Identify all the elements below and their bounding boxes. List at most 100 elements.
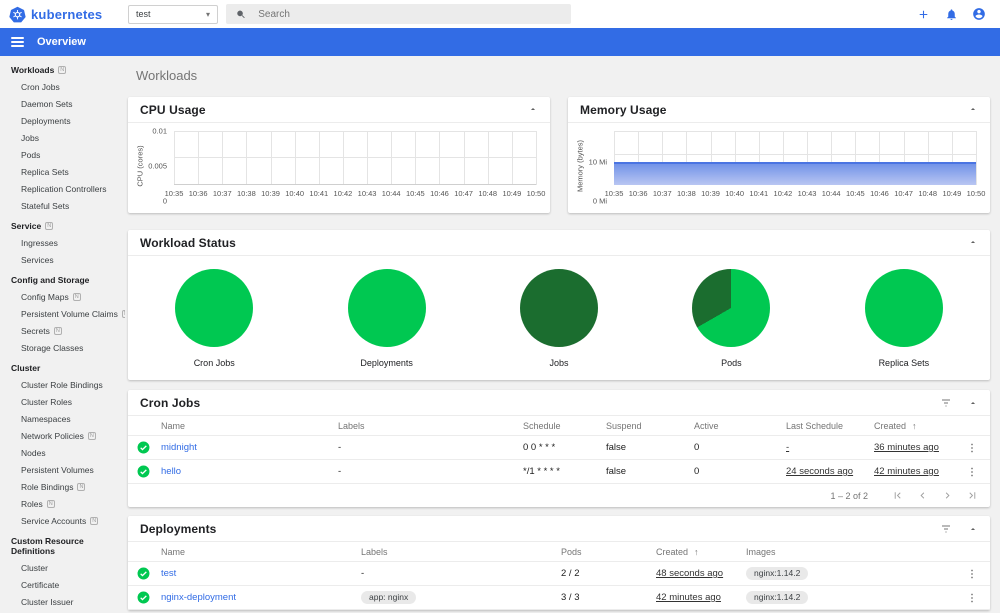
pagination-last-page-button[interactable] [967, 490, 978, 501]
sidebar-item-cluster-roles[interactable]: Cluster Roles [0, 393, 125, 410]
sidebar-item-cluster-role-bindings[interactable]: Cluster Role Bindings [0, 376, 125, 393]
sidebar-item-cluster-issuer[interactable]: Cluster Issuer [0, 593, 125, 610]
column-header-labels[interactable]: Labels [361, 547, 561, 557]
sidebar-item-services[interactable]: Services [0, 251, 125, 268]
sidebar-item-stateful-sets[interactable]: Stateful Sets [0, 197, 125, 214]
cron-job-labels: - [338, 466, 342, 477]
column-header-label: Name [161, 546, 186, 557]
column-header-created[interactable]: Created ↑ [874, 421, 960, 431]
sidebar-item-network-policies[interactable]: Network Policies N [0, 427, 125, 444]
pagination-prev-page-button[interactable] [917, 490, 928, 501]
page-toolbar-title: Overview [37, 36, 86, 48]
collapse-memory-card-button[interactable] [968, 101, 978, 119]
gridline-vertical [222, 131, 224, 185]
filter-deployments-button[interactable] [940, 523, 952, 535]
sidebar-item-roles[interactable]: Roles N [0, 495, 125, 512]
sidebar-item-persistent-volume-claims[interactable]: Persistent Volume ClaimsN [0, 305, 125, 322]
sidebar-item-daemon-sets[interactable]: Daemon Sets [0, 95, 125, 112]
column-header-images[interactable]: Images [746, 547, 960, 557]
x-tick-label: 10:43 [797, 189, 817, 198]
x-tick-label: 10:36 [188, 189, 208, 198]
column-header-created[interactable]: Created ↑ [656, 547, 746, 557]
chevron-up-icon [970, 107, 976, 110]
sidebar-item-label: Cluster [21, 562, 48, 573]
deployment-name-link[interactable]: nginx-deployment [161, 592, 236, 603]
sidebar-item-ingresses[interactable]: Ingresses [0, 234, 125, 251]
gridline-horizontal [174, 157, 536, 158]
cron-job-schedule: 0 0 * * * [523, 442, 556, 453]
y-tick-label: 0.005 [148, 161, 167, 171]
collapse-cron-jobs-button[interactable] [968, 398, 978, 408]
sidebar-item-label: Replica Sets [21, 166, 69, 177]
sidebar-section-config-and-storage[interactable]: Config and Storage [0, 268, 125, 288]
workload-status-item-jobs: Jobs [473, 269, 645, 368]
sidebar-item-persistent-volumes[interactable]: Persistent Volumes [0, 461, 125, 478]
pie-chart-deployments [347, 269, 426, 347]
pagination-first-page-button[interactable] [892, 490, 903, 501]
sidebar-item-storage-classes[interactable]: Storage Classes [0, 339, 125, 356]
cron-jobs-table-header: Name Labels Schedule Suspend Active Last Sche… [128, 416, 990, 436]
account-button[interactable] [972, 7, 986, 21]
bell-icon [946, 8, 956, 20]
sidebar-item-replication-controllers[interactable]: Replication Controllers [0, 180, 125, 197]
column-header-active[interactable]: Active [694, 421, 786, 431]
row-actions-button[interactable] [960, 466, 990, 478]
cron-job-name-link[interactable]: hello [161, 466, 181, 477]
memory-chart: 0 Mi 10 Mi Memory (bytes) 10:35 10:36 10:37 10… [568, 123, 990, 206]
column-header-labels[interactable]: Labels [338, 421, 523, 431]
sidebar-item-cron-jobs[interactable]: Cron Jobs [0, 78, 125, 95]
sidebar-item-namespaces[interactable]: Namespaces [0, 410, 125, 427]
sidebar-item-certificate[interactable]: Certificate [0, 576, 125, 593]
chevron-up-icon [970, 240, 976, 243]
sidebar-section-cluster[interactable]: Cluster [0, 356, 125, 376]
column-header-schedule[interactable]: Schedule [523, 421, 606, 431]
row-actions-button[interactable] [960, 568, 990, 580]
x-tick-label: 10:35 [604, 189, 624, 198]
search-input[interactable] [258, 8, 561, 20]
sidebar-item-deployments[interactable]: Deployments [0, 112, 125, 129]
cron-job-name-link[interactable]: midnight [161, 442, 197, 453]
deployment-name-link[interactable]: test [161, 568, 176, 579]
chart-grid [614, 131, 977, 185]
sidebar-nav: Workloads N Cron Jobs Daemon Sets Deployment… [0, 56, 125, 613]
sidebar-item-label: Ingresses [21, 237, 58, 248]
column-header-label: Name [161, 420, 186, 431]
sidebar-item-role-bindings[interactable]: Role Bindings N [0, 478, 125, 495]
column-header-name[interactable]: Name [161, 421, 338, 431]
collapse-deployments-button[interactable] [968, 524, 978, 534]
column-header-pods[interactable]: Pods [561, 547, 656, 557]
filter-cron-jobs-button[interactable] [940, 397, 952, 409]
create-resource-button[interactable] [916, 7, 930, 21]
kubernetes-brand[interactable]: kubernetes [0, 6, 120, 23]
table-row: test - 2 / 2 48 seconds ago nginx:1.14.2 [128, 562, 990, 586]
collapse-status-card-button[interactable] [968, 234, 978, 252]
namespace-selector[interactable]: test ▾ [128, 4, 218, 24]
column-header-suspend[interactable]: Suspend [606, 421, 694, 431]
column-header-name[interactable]: Name [161, 547, 361, 557]
menu-icon[interactable] [11, 36, 24, 48]
search-bar[interactable] [226, 4, 571, 24]
x-tick-label: 10:45 [845, 189, 865, 198]
sidebar-item-nodes[interactable]: Nodes [0, 444, 125, 461]
sidebar-section-workloads[interactable]: Workloads N [0, 58, 125, 78]
collapse-cpu-card-button[interactable] [528, 101, 538, 119]
row-actions-button[interactable] [960, 442, 990, 454]
column-header-last-schedule[interactable]: Last Schedule [786, 421, 874, 431]
sidebar-section-custom-resource-definitions[interactable]: Custom Resource Definitions [0, 529, 125, 559]
sidebar-item-jobs[interactable]: Jobs [0, 129, 125, 146]
notifications-button[interactable] [944, 7, 958, 21]
sidebar-section-service[interactable]: Service N [0, 214, 125, 234]
sidebar-item-secrets[interactable]: Secrets N [0, 322, 125, 339]
sidebar-item-service-accounts[interactable]: Service Accounts N [0, 512, 125, 529]
sidebar-item-config-maps[interactable]: Config Maps N [0, 288, 125, 305]
pagination-next-page-button[interactable] [942, 490, 953, 501]
kebab-menu-icon [971, 443, 973, 452]
sidebar-item-pods[interactable]: Pods [0, 146, 125, 163]
sidebar-item-cluster[interactable]: Cluster [0, 559, 125, 576]
namespaced-badge-icon: N [72, 292, 81, 301]
cron-job-active: 0 [694, 442, 700, 453]
sidebar-item-replica-sets[interactable]: Replica Sets [0, 163, 125, 180]
sidebar-item-label: Network Policies [21, 430, 84, 441]
row-actions-button[interactable] [960, 592, 990, 604]
sidebar-item-label: Nodes [21, 447, 46, 458]
